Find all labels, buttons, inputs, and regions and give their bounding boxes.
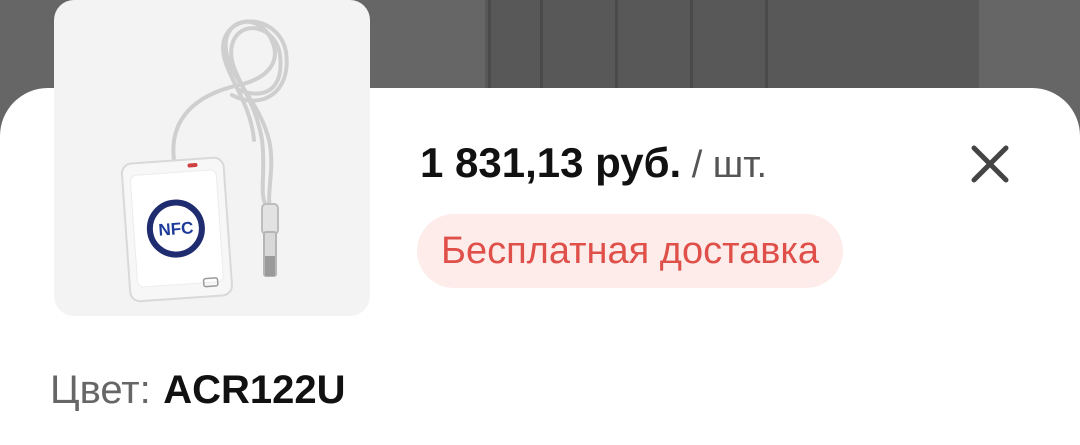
background-stripe xyxy=(765,0,768,100)
background-stripe xyxy=(488,0,491,100)
color-option-row: Цвет: ACR122U xyxy=(50,362,346,427)
background-panel xyxy=(485,0,979,100)
nfc-reader-image-icon: NFC xyxy=(120,19,289,303)
background-stripe xyxy=(690,0,693,100)
color-option-label: Цвет: xyxy=(50,368,151,412)
close-button[interactable] xyxy=(962,136,1018,192)
free-delivery-label: Бесплатная доставка xyxy=(441,229,819,272)
background-stripe xyxy=(540,0,543,100)
product-option-sheet: NFC 1 831,13 руб. / шт. Бесплатная доста… xyxy=(0,0,1080,445)
background-stripe xyxy=(615,0,618,100)
color-option-value: ACR122U xyxy=(163,368,346,412)
price-unit: / шт. xyxy=(691,144,768,186)
free-delivery-badge: Бесплатная доставка xyxy=(417,214,843,288)
close-icon xyxy=(971,145,1009,183)
product-price: 1 831,13 руб. xyxy=(420,139,682,186)
price-line: 1 831,13 руб. / шт. xyxy=(420,138,767,198)
product-image[interactable]: NFC xyxy=(54,0,370,316)
svg-text:NFC: NFC xyxy=(158,218,194,239)
